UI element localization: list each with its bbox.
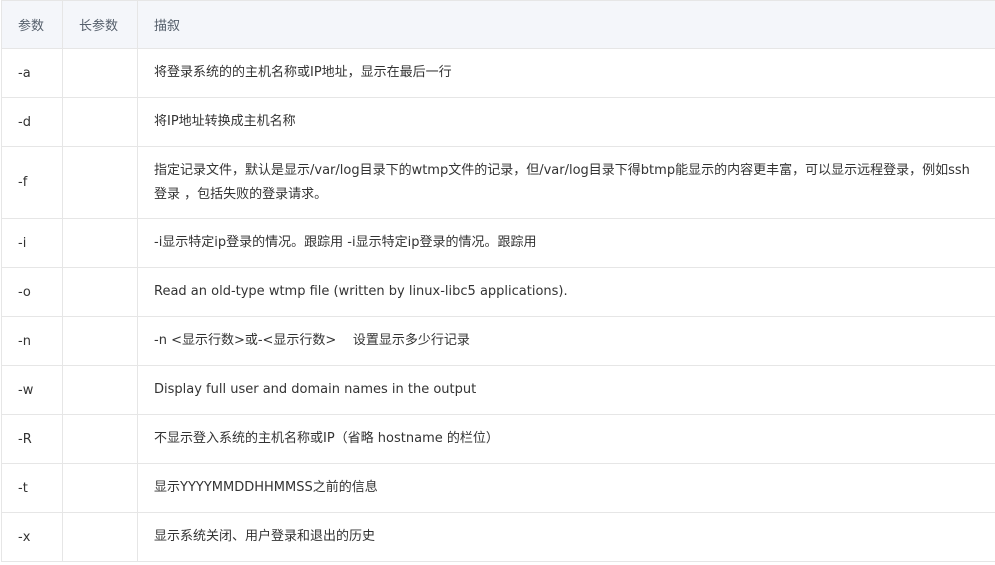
long-param-cell xyxy=(62,97,138,147)
description-cell: 不显示登入系统的主机名称或IP（省略 hostname 的栏位） xyxy=(137,414,995,464)
table-row: -n -n <显示行数>或-<显示行数> 设置显示多少行记录 xyxy=(1,316,995,366)
param-cell: -f xyxy=(1,146,63,219)
header-description: 描叙 xyxy=(137,0,995,49)
long-param-cell xyxy=(62,218,138,268)
description-cell: 显示系统关闭、用户登录和退出的历史 xyxy=(137,512,995,562)
description-cell: 将IP地址转换成主机名称 xyxy=(137,97,995,147)
param-cell: -d xyxy=(1,97,63,147)
param-cell: -a xyxy=(1,48,63,98)
param-cell: -o xyxy=(1,267,63,317)
header-row: 参数 长参数 描叙 xyxy=(1,0,995,49)
table-row: -R 不显示登入系统的主机名称或IP（省略 hostname 的栏位） xyxy=(1,414,995,464)
table-row: -x 显示系统关闭、用户登录和退出的历史 xyxy=(1,512,995,562)
param-cell: -t xyxy=(1,463,63,513)
description-cell: -n <显示行数>或-<显示行数> 设置显示多少行记录 xyxy=(137,316,995,366)
param-cell: -w xyxy=(1,365,63,415)
description-cell: Read an old-type wtmp file (written by l… xyxy=(137,267,995,317)
header-long-param: 长参数 xyxy=(62,0,138,49)
long-param-cell xyxy=(62,267,138,317)
table-row: -w Display full user and domain names in… xyxy=(1,365,995,415)
table-row: -a 将登录系统的的主机名称或IP地址，显示在最后一行 xyxy=(1,48,995,98)
description-cell: 指定记录文件，默认是显示/var/log目录下的wtmp文件的记录，但/var/… xyxy=(137,146,995,219)
long-param-cell xyxy=(62,512,138,562)
param-cell: -x xyxy=(1,512,63,562)
long-param-cell xyxy=(62,146,138,219)
description-cell: -i显示特定ip登录的情况。跟踪用 -i显示特定ip登录的情况。跟踪用 xyxy=(137,218,995,268)
long-param-cell xyxy=(62,414,138,464)
table-row: -i -i显示特定ip登录的情况。跟踪用 -i显示特定ip登录的情况。跟踪用 xyxy=(1,218,995,268)
long-param-cell xyxy=(62,463,138,513)
param-cell: -n xyxy=(1,316,63,366)
description-cell: Display full user and domain names in th… xyxy=(137,365,995,415)
param-cell: -R xyxy=(1,414,63,464)
table-row: -t 显示YYYYMMDDHHMMSS之前的信息 xyxy=(1,463,995,513)
description-cell: 将登录系统的的主机名称或IP地址，显示在最后一行 xyxy=(137,48,995,98)
parameters-table: 参数 长参数 描叙 -a 将登录系统的的主机名称或IP地址，显示在最后一行 -d… xyxy=(1,0,995,562)
param-cell: -i xyxy=(1,218,63,268)
header-param: 参数 xyxy=(1,0,63,49)
table-row: -f 指定记录文件，默认是显示/var/log目录下的wtmp文件的记录，但/v… xyxy=(1,146,995,219)
long-param-cell xyxy=(62,365,138,415)
long-param-cell xyxy=(62,48,138,98)
description-cell: 显示YYYYMMDDHHMMSS之前的信息 xyxy=(137,463,995,513)
table-row: -o Read an old-type wtmp file (written b… xyxy=(1,267,995,317)
long-param-cell xyxy=(62,316,138,366)
table-row: -d 将IP地址转换成主机名称 xyxy=(1,97,995,147)
